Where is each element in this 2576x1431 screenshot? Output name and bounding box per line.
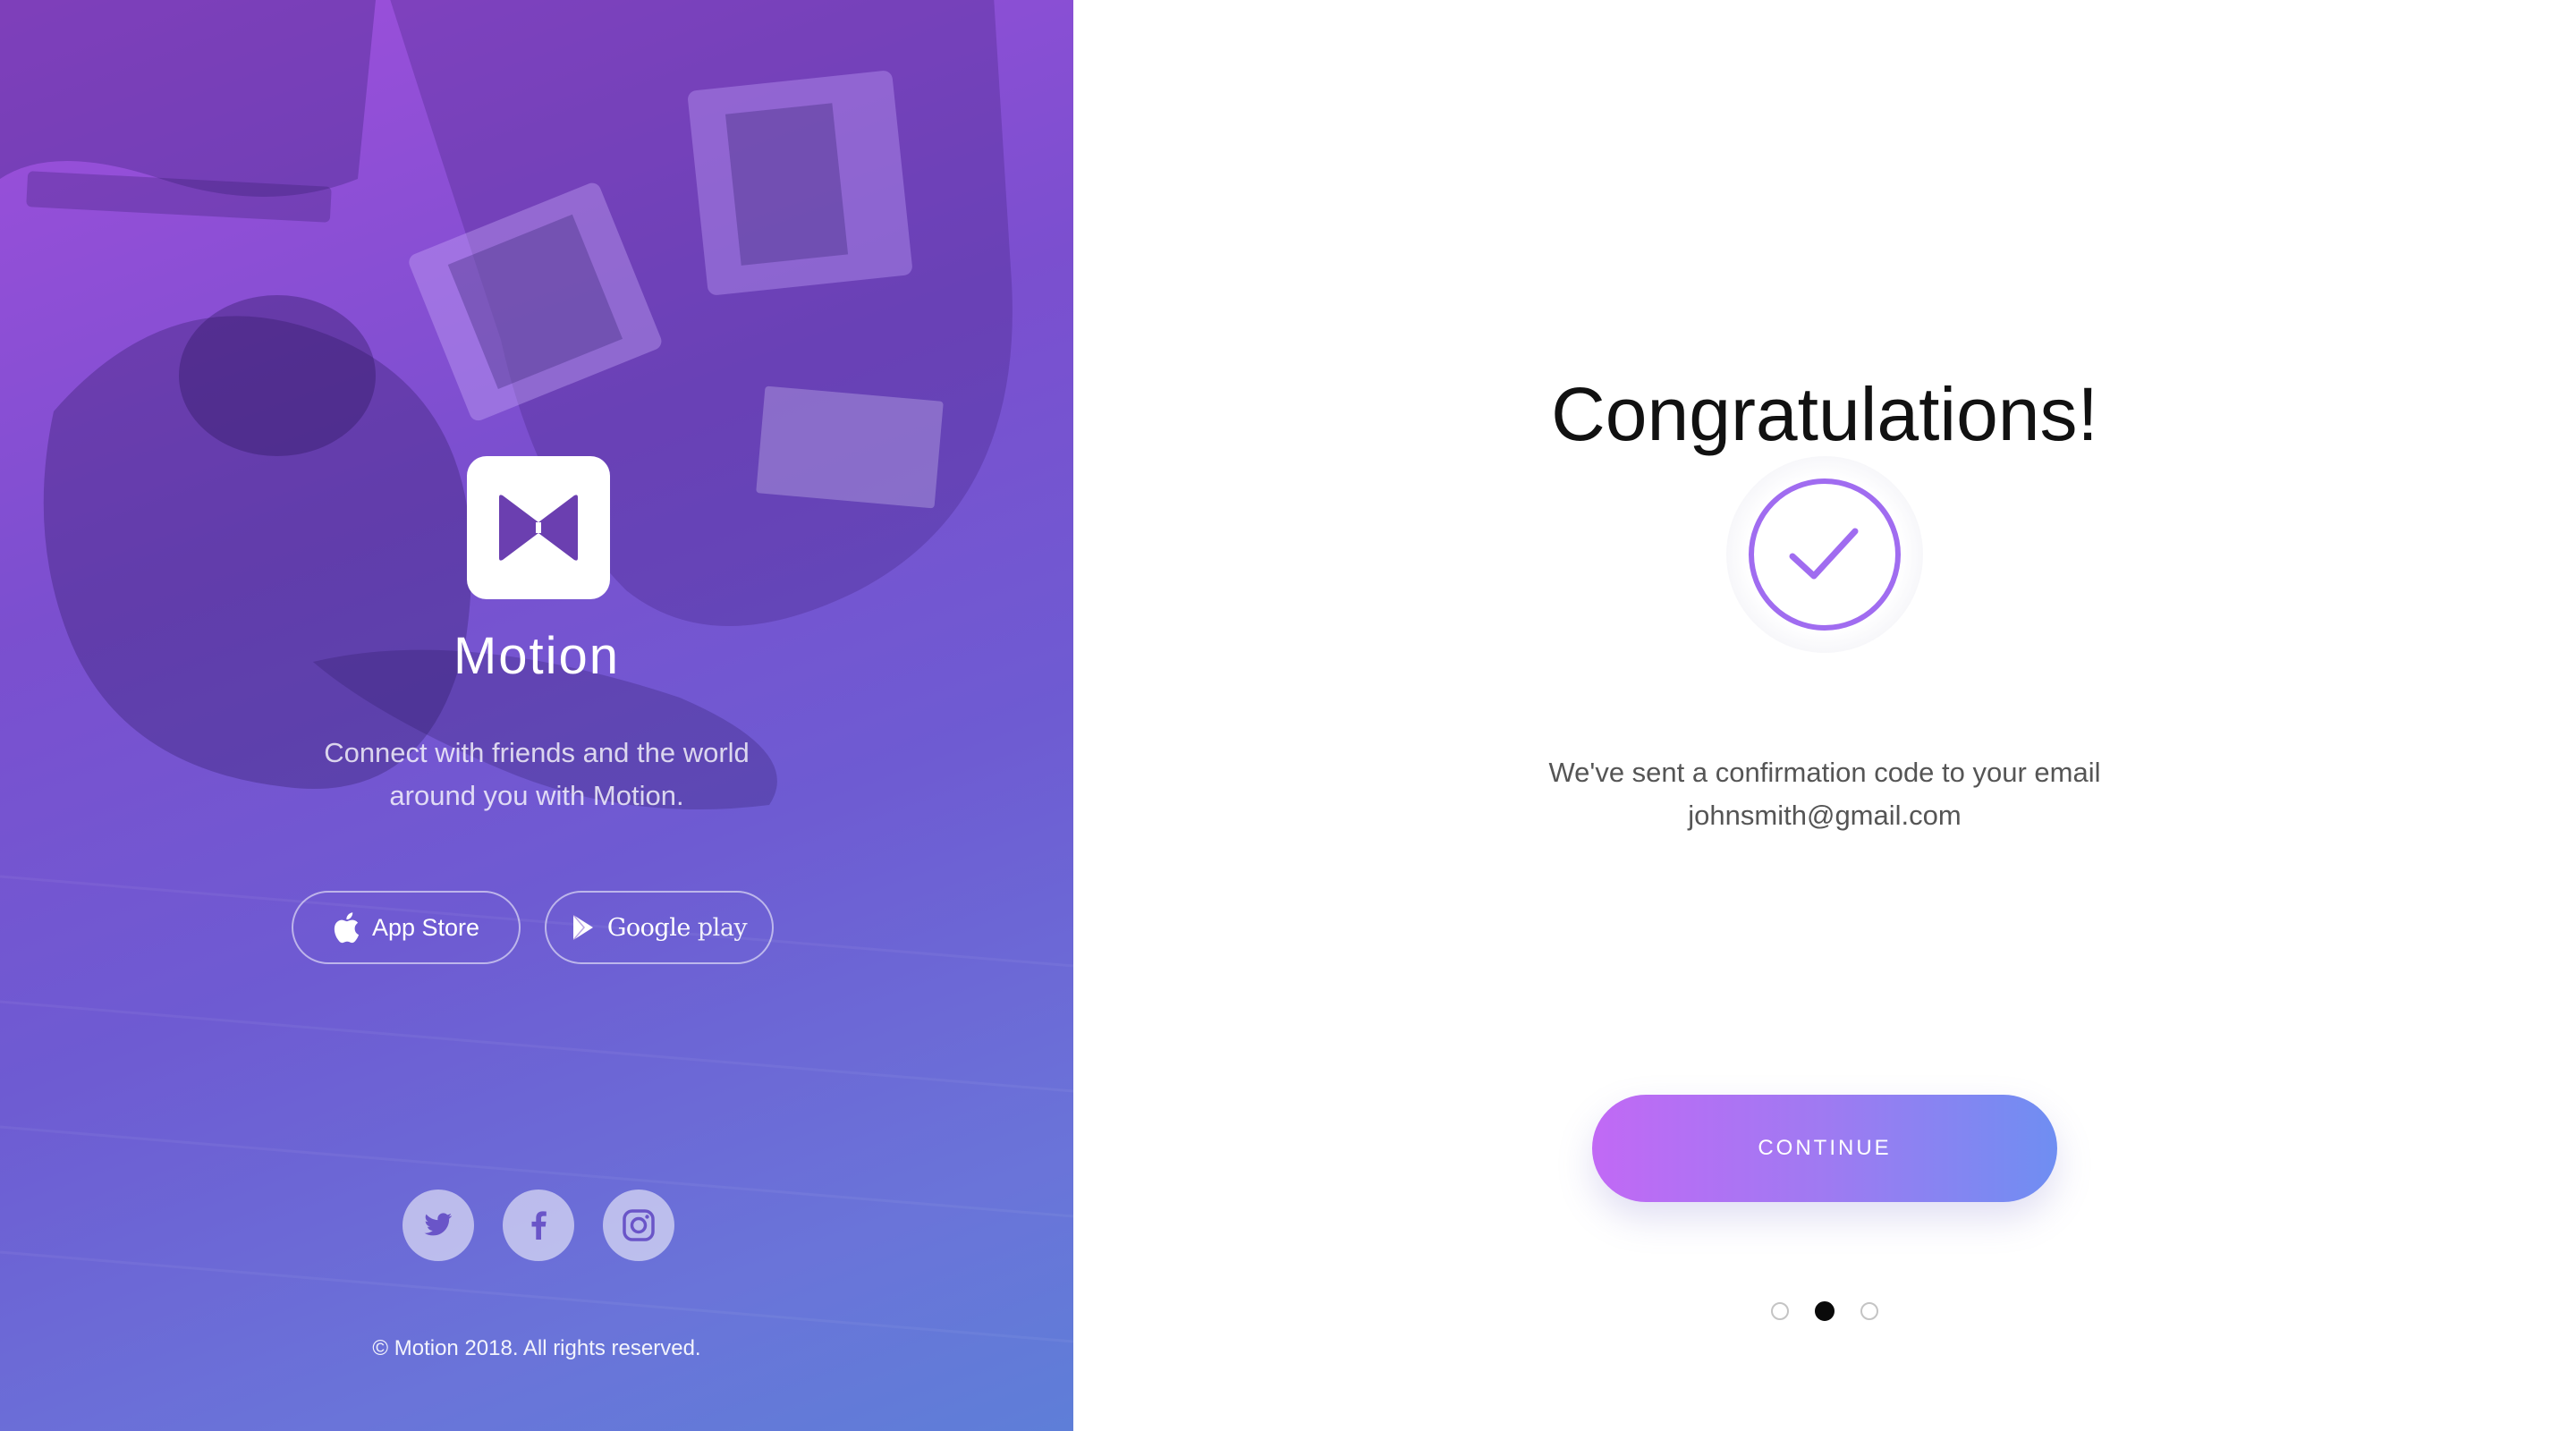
continue-button[interactable]: CONTINUE [1592,1095,2057,1202]
instagram-button[interactable] [603,1190,674,1261]
step-dot-1[interactable] [1771,1302,1789,1320]
page-title: Congratulations! [1551,372,2098,456]
app-store-button[interactable]: App Store [292,891,521,964]
confirmation-message-text: We've sent a confirmation code to your e… [1548,757,2101,788]
apple-icon [333,911,360,944]
google-play-label-sub: play [690,913,748,942]
step-dot-2-active[interactable] [1815,1301,1835,1321]
success-indicator [1726,456,1923,653]
step-pagination [1771,1300,1878,1322]
play-triangle-icon [572,914,595,941]
instagram-icon [623,1209,655,1241]
brand-tagline: Connect with friends and the world aroun… [268,732,805,817]
twitter-icon [424,1213,453,1236]
app-store-label: App Store [371,913,480,941]
twitter-button[interactable] [402,1190,474,1261]
confirmation-message: We've sent a confirmation code to your e… [1467,751,2182,837]
motion-logo [467,456,610,599]
copyright-text: © Motion 2018. All rights reserved. [372,1336,701,1360]
check-circle-icon [1749,478,1901,631]
facebook-icon [531,1211,547,1240]
brand-name: Motion [453,627,621,685]
bowtie-logo-icon [499,495,578,561]
tagline-line-1: Connect with friends and the world [324,737,750,768]
google-play-button[interactable]: Google play [545,891,774,964]
step-dot-3[interactable] [1860,1302,1878,1320]
tagline-line-2: around you with Motion. [389,780,684,811]
google-play-label: Google play [606,913,748,942]
brand-panel: Motion Connect with friends and the worl… [0,0,1073,1431]
signup-confirmation-page: Motion Connect with friends and the worl… [0,0,2576,1431]
facebook-button[interactable] [503,1190,574,1261]
confirmation-email: johnsmith@gmail.com [1688,800,1962,831]
confirmation-panel: Congratulations! We've sent a confirmati… [1073,0,2576,1431]
google-play-label-main: Google [606,913,691,942]
